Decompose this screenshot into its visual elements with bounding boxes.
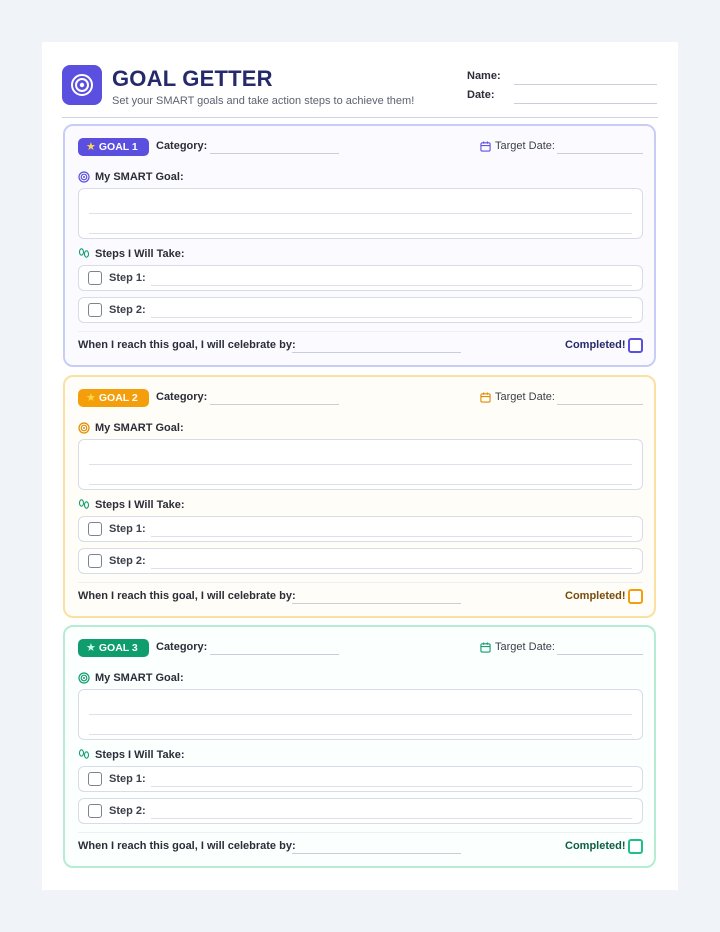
name-field[interactable]: Name:: [467, 70, 657, 86]
goal-card-2: ★ GOAL 2 Category: Target Date: My SMART …: [63, 375, 656, 618]
goal-badge-label: GOAL 3: [98, 642, 138, 654]
smart-goal-input[interactable]: [78, 689, 643, 740]
step-checkbox[interactable]: [88, 271, 102, 285]
category-line[interactable]: [210, 654, 339, 655]
celebrate-line[interactable]: [292, 352, 461, 353]
divider: [78, 582, 643, 583]
goal-card-3: ★ GOAL 3 Category: Target Date: My SMART …: [63, 625, 656, 868]
calendar-icon: [480, 392, 491, 403]
step-row: Step 2:: [78, 798, 643, 824]
celebrate-line[interactable]: [292, 603, 461, 604]
date-line[interactable]: [514, 103, 657, 104]
target-date-line[interactable]: [557, 153, 643, 154]
completed-checkbox[interactable]: [628, 589, 643, 604]
date-label: Date:: [467, 89, 495, 101]
divider: [78, 832, 643, 833]
steps-label: Steps I Will Take:: [95, 499, 185, 511]
step-label: Step 1:: [109, 773, 146, 785]
step-row: Step 1:: [78, 265, 643, 291]
step-input-line[interactable]: [151, 568, 632, 569]
target-icon: [78, 171, 90, 183]
step-label: Step 1:: [109, 272, 146, 284]
step-row: Step 2:: [78, 297, 643, 323]
goal-badge-label: GOAL 1: [98, 141, 138, 153]
writing-line: [89, 484, 632, 485]
page-title: GOAL GETTER: [112, 66, 273, 91]
steps-label: Steps I Will Take:: [95, 749, 185, 761]
category-label: Category:: [156, 391, 208, 403]
goal-badge-label: GOAL 2: [98, 392, 138, 404]
goal-badge: ★ GOAL 1: [78, 138, 149, 156]
target-icon: [78, 422, 90, 434]
step-label: Step 2:: [109, 304, 146, 316]
step-input-line[interactable]: [151, 818, 632, 819]
category-label: Category:: [156, 140, 208, 152]
writing-line: [89, 734, 632, 735]
smart-goal-input[interactable]: [78, 439, 643, 490]
step-input-line[interactable]: [151, 285, 632, 286]
completed-checkbox[interactable]: [628, 839, 643, 854]
steps-label: Steps I Will Take:: [95, 248, 185, 260]
star-icon: ★: [86, 392, 96, 404]
celebrate-label: When I reach this goal, I will celebrate…: [78, 590, 296, 602]
page-subtitle: Set your SMART goals and take action ste…: [112, 95, 415, 107]
category-line[interactable]: [210, 404, 339, 405]
step-label: Step 1:: [109, 523, 146, 535]
smart-goal-label: My SMART Goal:: [95, 672, 184, 684]
completed-label: Completed!: [565, 590, 626, 602]
worksheet-page: GOAL GETTER Set your SMART goals and tak…: [42, 42, 678, 890]
target-date-line[interactable]: [557, 654, 643, 655]
star-icon: ★: [86, 141, 96, 153]
target-date-line[interactable]: [557, 404, 643, 405]
completed-label: Completed!: [565, 339, 626, 351]
name-line[interactable]: [514, 84, 657, 85]
date-field[interactable]: Date:: [467, 89, 657, 105]
step-checkbox[interactable]: [88, 772, 102, 786]
step-checkbox[interactable]: [88, 303, 102, 317]
step-checkbox[interactable]: [88, 522, 102, 536]
target-icon: [62, 65, 102, 105]
footsteps-icon: [78, 499, 90, 509]
divider: [78, 331, 643, 332]
smart-goal-label: My SMART Goal:: [95, 171, 184, 183]
goal-badge: ★ GOAL 3: [78, 639, 149, 657]
step-row: Step 1:: [78, 766, 643, 792]
star-icon: ★: [86, 642, 96, 654]
writing-line: [89, 233, 632, 234]
celebrate-label: When I reach this goal, I will celebrate…: [78, 339, 296, 351]
writing-line: [89, 714, 632, 715]
smart-goal-input[interactable]: [78, 188, 643, 239]
celebrate-line[interactable]: [292, 853, 461, 854]
category-label: Category:: [156, 641, 208, 653]
footsteps-icon: [78, 749, 90, 759]
step-checkbox[interactable]: [88, 804, 102, 818]
calendar-icon: [480, 642, 491, 653]
target-date-label: Target Date:: [495, 641, 555, 653]
goal-card-1: ★ GOAL 1 Category: Target Date: My SMART …: [63, 124, 656, 367]
step-label: Step 2:: [109, 555, 146, 567]
calendar-icon: [480, 141, 491, 152]
completed-checkbox[interactable]: [628, 338, 643, 353]
smart-goal-label: My SMART Goal:: [95, 422, 184, 434]
step-input-line[interactable]: [151, 317, 632, 318]
completed-label: Completed!: [565, 840, 626, 852]
footsteps-icon: [78, 248, 90, 258]
header-divider: [62, 117, 658, 118]
step-row: Step 2:: [78, 548, 643, 574]
step-input-line[interactable]: [151, 786, 632, 787]
writing-line: [89, 464, 632, 465]
step-row: Step 1:: [78, 516, 643, 542]
step-input-line[interactable]: [151, 536, 632, 537]
category-line[interactable]: [210, 153, 339, 154]
step-checkbox[interactable]: [88, 554, 102, 568]
goal-badge: ★ GOAL 2: [78, 389, 149, 407]
writing-line: [89, 213, 632, 214]
target-date-label: Target Date:: [495, 140, 555, 152]
target-date-label: Target Date:: [495, 391, 555, 403]
step-label: Step 2:: [109, 805, 146, 817]
celebrate-label: When I reach this goal, I will celebrate…: [78, 840, 296, 852]
name-label: Name:: [467, 70, 501, 82]
worksheet-header: GOAL GETTER Set your SMART goals and tak…: [62, 64, 658, 118]
target-icon: [78, 672, 90, 684]
